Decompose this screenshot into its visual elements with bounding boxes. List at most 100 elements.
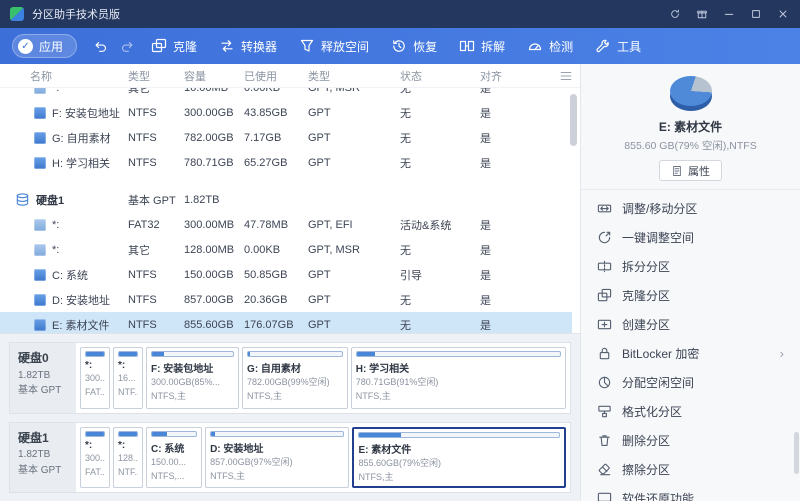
row-name: 硬盘1 [36,192,64,208]
scrollbar-thumb[interactable] [570,94,577,146]
volume-summary: E: 素材文件 855.60 GB(79% 空闲),NTFS 属性 [581,64,800,190]
cell-fs-type: NTFS [128,294,184,306]
action-split[interactable]: 拆分分区 [581,252,800,281]
partition-blocks: *: 300... FAT... *: 16... NTF... F: 安装包地… [76,343,570,413]
cell-name: F: 安装包地址 [0,105,128,121]
restore-icon [597,491,612,501]
toolbar-item-detach[interactable]: 拆解 [459,38,505,55]
action-one-key-adjust[interactable]: 一键调整空间 [581,223,800,252]
col-style[interactable]: 类型 [308,68,400,84]
cell-capacity: 780.71GB [184,157,244,169]
maximize-icon[interactable] [742,3,769,25]
table-row[interactable]: F: 安装包地址 NTFS 300.00GB 43.85GB GPT 无 是 [0,100,572,125]
close-icon[interactable] [769,3,796,25]
action-clone-partition[interactable]: 克隆分区 [581,281,800,310]
cell-aligned: 是 [480,130,530,146]
col-capacity[interactable]: 容量 [184,68,244,84]
block-name: *: [118,440,138,451]
toolbar-item-tools[interactable]: 工具 [595,38,641,55]
cell-status: 无 [400,88,480,96]
action-delete[interactable]: 删除分区 [581,426,800,455]
row-name: H: 学习相关 [52,155,110,171]
cell-aligned: 是 [480,292,530,308]
action-bitlocker[interactable]: BitLocker 加密 › [581,339,800,368]
table-row[interactable]: *: FAT32 300.00MB 47.78MB GPT, EFI 活动&系统… [0,212,572,237]
toolbar-item-free-space[interactable]: 释放空间 [299,38,369,55]
cell-capacity: 150.00GB [184,269,244,281]
partition-block[interactable]: *: 300... FAT... [80,347,110,409]
block-name: C: 系统 [151,440,197,455]
table-scrollbar[interactable] [570,90,578,329]
redo-icon[interactable] [120,39,135,54]
disk-icon [15,192,30,207]
partition-block[interactable]: F: 安装包地址 300.00GB(85%... NTFS,主 [146,347,239,409]
block-name: F: 安装包地址 [151,360,234,375]
disk-info[interactable]: 硬盘1 1.82TB 基本 GPT [10,423,76,493]
usage-fill [248,352,250,356]
sidebar-scrollbar[interactable] [794,432,799,474]
action-allocate-free-space[interactable]: 分配空闲空间 [581,368,800,397]
table-row[interactable]: *: 其它 16.00MB 0.00KB GPT, MSR 无 是 [0,88,572,100]
block-size: 16... [118,371,138,385]
action-software-restore[interactable]: 软件还原功能 [581,484,800,501]
refresh-icon[interactable] [661,3,688,25]
cell-used: 50.85GB [244,269,308,281]
toolbar-item-clone[interactable]: 克隆 [151,38,197,55]
table-row[interactable]: G: 自用素材 NTFS 782.00GB 7.17GB GPT 无 是 [0,125,572,150]
table-row[interactable]: 硬盘1 基本 GPT 1.82TB [0,187,572,212]
action-resize-move[interactable]: 调整/移动分区 [581,194,800,223]
row-name: E: 素材文件 [52,317,109,333]
col-name[interactable]: 名称 [0,68,128,84]
skin-theme-icon[interactable] [688,3,715,25]
col-status[interactable]: 状态 [400,68,480,84]
col-fs-type[interactable]: 类型 [128,68,184,84]
table-row[interactable]: D: 安装地址 NTFS 857.00GB 20.36GB GPT 无 是 [0,287,572,312]
col-used[interactable]: 已使用 [244,68,308,84]
block-name: H: 学习相关 [356,360,561,375]
lock-icon [597,346,612,361]
properties-button[interactable]: 属性 [659,160,722,181]
cell-capacity: 128.00MB [184,244,244,256]
cell-fs-type: NTFS [128,157,184,169]
toolbar-item-detect[interactable]: 检测 [527,38,573,55]
table-row[interactable]: E: 素材文件 NTFS 855.60GB 176.07GB GPT 无 是 [0,312,572,333]
partition-block[interactable]: *: 128... NTF... [113,427,143,489]
disks-panel: 硬盘0 1.82TB 基本 GPT *: 300... FAT... *: 16… [0,333,580,501]
action-format[interactable]: 格式化分区 [581,397,800,426]
column-settings-icon[interactable] [559,69,573,83]
toolbar-item-converter[interactable]: 转换器 [219,38,277,55]
undo-icon[interactable] [93,39,108,54]
minimize-icon[interactable] [715,3,742,25]
partition-block[interactable]: *: 16... NTF... [113,347,143,409]
partition-icon [34,319,46,331]
cell-status: 无 [400,105,480,121]
recover-icon [391,38,407,54]
delete-icon [597,433,612,448]
cell-name: H: 学习相关 [0,155,128,171]
disk-style: 基本 GPT [18,383,76,399]
pie-chart-icon [668,73,714,113]
table-row[interactable]: H: 学习相关 NTFS 780.71GB 65.27GB GPT 无 是 [0,150,572,175]
col-aligned[interactable]: 对齐 [480,68,530,84]
partition-block[interactable]: G: 自用素材 782.00GB(99%空闲) NTFS,主 [242,347,348,409]
partition-block[interactable]: H: 学习相关 780.71GB(91%空闲) NTFS,主 [351,347,566,409]
cell-name: E: 素材文件 [0,317,128,333]
partition-block[interactable]: *: 300... FAT... [80,427,110,489]
cell-name: C: 系统 [0,267,128,283]
sidebar: E: 素材文件 855.60 GB(79% 空闲),NTFS 属性 调整/移动分… [580,64,800,501]
partition-icon [34,269,46,281]
action-wipe[interactable]: 擦除分区 [581,455,800,484]
cell-used: 7.17GB [244,132,308,144]
action-create-partition[interactable]: 创建分区 [581,310,800,339]
partition-block[interactable]: D: 安装地址 857.00GB(97%空闲) NTFS,主 [205,427,349,489]
table-row[interactable]: C: 系统 NTFS 150.00GB 50.85GB GPT 引导 是 [0,262,572,287]
apply-button[interactable]: ✓ 应用 [12,34,77,58]
disk-info[interactable]: 硬盘0 1.82TB 基本 GPT [10,343,76,413]
properties-icon [671,165,683,177]
table-row[interactable]: *: 其它 128.00MB 0.00KB GPT, MSR 无 是 [0,237,572,262]
block-fs: NTFS,主 [151,389,234,403]
partition-block[interactable]: E: 素材文件 855.60GB(79%空闲) NTFS,主 [352,427,566,489]
toolbar-item-recover[interactable]: 恢复 [391,38,437,55]
disk-map-row: 硬盘1 1.82TB 基本 GPT *: 300... FAT... *: 12… [9,422,571,494]
partition-block[interactable]: C: 系统 150.00... NTFS,... [146,427,202,489]
